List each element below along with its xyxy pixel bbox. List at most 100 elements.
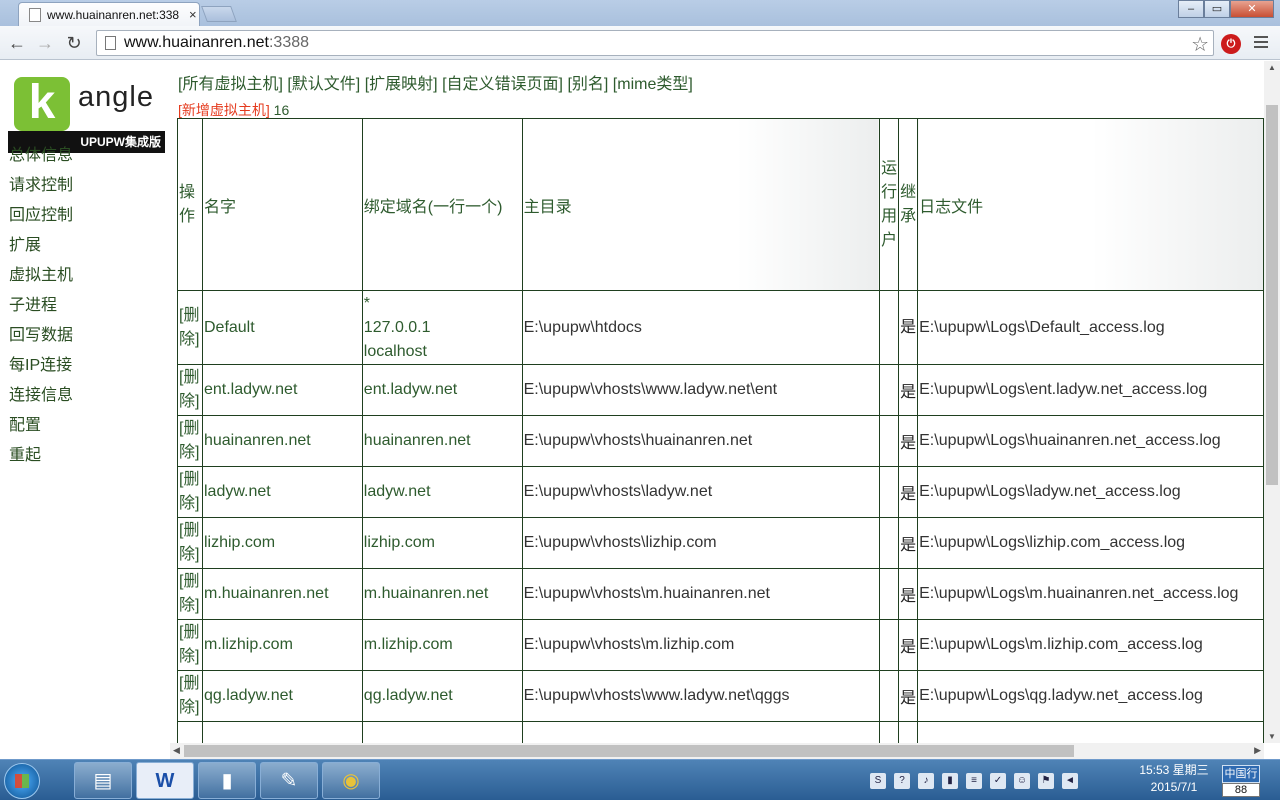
header-name: 名字: [201, 118, 363, 291]
new-tab-button[interactable]: [201, 6, 237, 22]
add-vhost-link[interactable]: 新增虚拟主机: [182, 102, 266, 118]
minimize-button[interactable]: –: [1178, 0, 1204, 18]
vhost-name: lizhip.com: [201, 517, 363, 569]
notepad-icon[interactable]: ✎: [260, 762, 318, 799]
extension-icon[interactable]: ⏻: [1221, 34, 1241, 54]
vertical-scrollbar[interactable]: ▲ ▼: [1264, 61, 1280, 743]
reload-button[interactable]: ↻: [63, 32, 85, 54]
delete-cell: [删 除]: [177, 290, 203, 365]
delete-link[interactable]: [删 除]: [179, 366, 201, 414]
vhost-domain: m.huainanren.net: [361, 568, 523, 620]
delete-link[interactable]: [删 除]: [179, 570, 201, 618]
delete-cell: [删 除]: [177, 415, 203, 467]
sogou-icon[interactable]: S: [870, 773, 886, 789]
vhost-domain: qg.ladyw.net: [361, 670, 523, 722]
bookmark-star-icon[interactable]: ☆: [1191, 32, 1209, 57]
window-titlebar: www.huainanren.net:338 × – ▭ ✕: [0, 0, 1280, 26]
scroll-right-arrow-icon[interactable]: ▶: [1254, 745, 1261, 756]
delete-cell: [177, 721, 203, 743]
vhost-docroot: E:\upupw\vhosts\m.lizhip.com: [521, 619, 881, 671]
link-all-vhosts[interactable]: [所有虚拟主机]: [178, 76, 283, 93]
sidebar-item-processes[interactable]: 子进程: [9, 295, 73, 325]
sidebar-item-restart[interactable]: 重起: [9, 445, 73, 475]
vhost-name: [201, 721, 363, 743]
vhost-log: E:\upupw\Logs\qg.ladyw.net_access.log: [917, 670, 1264, 722]
table-row: [删 除] m.huainanren.net m.huainanren.net …: [177, 568, 1264, 620]
sidebar-item-per-ip[interactable]: 每IP连接: [9, 355, 73, 385]
close-window-button[interactable]: ✕: [1230, 0, 1274, 18]
delete-link[interactable]: [删 除]: [179, 417, 201, 465]
delete-link[interactable]: [删 除]: [179, 621, 201, 669]
vhost-name: huainanren.net: [201, 415, 363, 467]
page-favicon-icon: [29, 7, 41, 22]
volume-icon[interactable]: ♪: [918, 773, 934, 789]
sidebar-item-connections[interactable]: 连接信息: [9, 385, 73, 415]
start-button[interactable]: [4, 763, 40, 799]
delete-cell: [删 除]: [177, 466, 203, 518]
chrome-icon[interactable]: ◉: [322, 762, 380, 799]
horizontal-scrollbar[interactable]: ◀ ▶: [170, 743, 1264, 759]
ime-number: 88: [1222, 783, 1260, 797]
link-extension-mapping[interactable]: [扩展映射]: [365, 76, 438, 93]
network-icon[interactable]: ▮: [942, 773, 958, 789]
delete-cell: [删 除]: [177, 568, 203, 620]
scroll-down-arrow-icon[interactable]: ▼: [1268, 732, 1276, 741]
signal-icon[interactable]: ≡: [966, 773, 982, 789]
vhost-inherit: 是: [898, 364, 919, 416]
vhost-inherit: 是: [898, 568, 919, 620]
link-default-files[interactable]: [默认文件]: [287, 76, 360, 93]
tab-close-icon[interactable]: ×: [189, 7, 197, 22]
delete-link[interactable]: [删 除]: [179, 304, 201, 352]
vhost-inherit: 是: [898, 670, 919, 722]
scroll-left-arrow-icon[interactable]: ◀: [173, 745, 180, 756]
table-header-row: 操 作 名字 绑定域名(一行一个) 主目录 运 行 用 户 继 承 日志文件: [177, 118, 1264, 291]
vhost-name: ladyw.net: [201, 466, 363, 518]
vhost-table: 操 作 名字 绑定域名(一行一个) 主目录 运 行 用 户 继 承 日志文件 […: [177, 118, 1264, 743]
sidebar-item-writeback[interactable]: 回写数据: [9, 325, 73, 355]
browser-tab[interactable]: www.huainanren.net:338 ×: [18, 2, 200, 26]
system-tray: S ? ♪ ▮ ≡ ✓ ☺ ⚑ ◄: [870, 768, 1078, 794]
delete-link[interactable]: [删 除]: [179, 519, 201, 567]
vhost-domain: ladyw.net: [361, 466, 523, 518]
logo-letter: k: [14, 77, 70, 131]
address-bar[interactable]: www.huainanren.net :3388 ☆: [96, 30, 1214, 56]
link-aliases[interactable]: [别名]: [567, 76, 608, 93]
help-icon[interactable]: ?: [894, 773, 910, 789]
scroll-up-arrow-icon[interactable]: ▲: [1268, 63, 1276, 72]
vertical-scroll-thumb[interactable]: [1266, 105, 1278, 485]
vhost-run-user: [879, 721, 900, 743]
link-mime-types[interactable]: [mime类型]: [613, 76, 693, 93]
ime-indicator[interactable]: 中国行: [1222, 765, 1260, 783]
sidebar-item-virtual-hosts[interactable]: 虚拟主机: [9, 265, 73, 295]
horizontal-scroll-thumb[interactable]: [184, 745, 1074, 757]
word-icon[interactable]: W: [136, 762, 194, 799]
vhost-docroot: E:\upupw\vhosts\www.ladyw.net\ent: [521, 364, 881, 416]
folder-icon[interactable]: ▤: [74, 762, 132, 799]
delete-cell: [删 除]: [177, 364, 203, 416]
sidebar-item-extensions[interactable]: 扩展: [9, 235, 73, 265]
flag-icon[interactable]: ⚑: [1038, 773, 1054, 789]
speaker-icon[interactable]: ◄: [1062, 773, 1078, 789]
sidebar-item-request-control[interactable]: 请求控制: [9, 175, 73, 205]
add-vhost-close-bracket: ]: [265, 102, 270, 118]
maximize-button[interactable]: ▭: [1204, 0, 1230, 18]
chrome-menu-icon[interactable]: [1254, 36, 1268, 51]
vhost-docroot: E:\upupw\vhosts\lizhip.com: [521, 517, 881, 569]
vhost-domain: huainanren.net: [361, 415, 523, 467]
terminal-icon[interactable]: ▮: [198, 762, 256, 799]
delete-link[interactable]: [删 除]: [179, 468, 201, 516]
sidebar-item-overview[interactable]: 总体信息: [9, 145, 73, 175]
clock-time: 15:53 星期三: [1139, 763, 1209, 777]
delete-link[interactable]: [删 除]: [179, 672, 201, 720]
link-custom-error-pages[interactable]: [自定义错误页面]: [442, 76, 563, 93]
shield-icon[interactable]: ✓: [990, 773, 1006, 789]
system-clock[interactable]: 15:53 星期三 2015/7/1: [1130, 762, 1218, 796]
forward-button[interactable]: →: [34, 32, 56, 54]
sidebar-item-response-control[interactable]: 回应控制: [9, 205, 73, 235]
user-icon[interactable]: ☺: [1014, 773, 1030, 789]
back-button[interactable]: ←: [6, 32, 28, 54]
sidebar-item-config[interactable]: 配置: [9, 415, 73, 445]
table-row: [删 除] qg.ladyw.net qg.ladyw.net E:\upupw…: [177, 670, 1264, 722]
vhost-name: m.huainanren.net: [201, 568, 363, 620]
table-row: [删 除] m.lizhip.com m.lizhip.com E:\upupw…: [177, 619, 1264, 671]
